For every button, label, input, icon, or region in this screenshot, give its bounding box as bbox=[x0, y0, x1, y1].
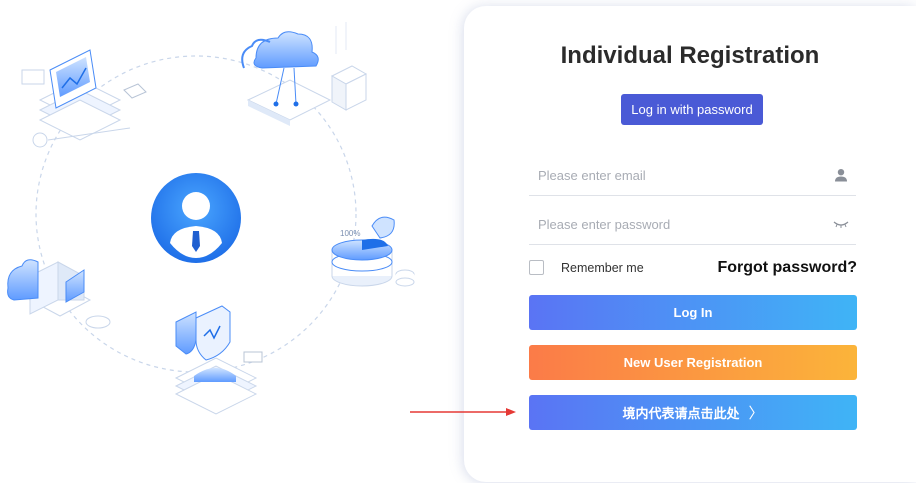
laptop-stack-icon bbox=[21, 49, 147, 148]
chevron-right-icon: 〉 bbox=[748, 405, 764, 422]
cloud-network-icon bbox=[241, 22, 368, 126]
storage-percent-label: 100% bbox=[340, 229, 360, 238]
email-input[interactable] bbox=[529, 155, 832, 195]
video-camera-icon bbox=[7, 259, 111, 329]
security-shield-icon bbox=[174, 305, 263, 415]
user-avatar-icon bbox=[151, 173, 241, 263]
page-title: Individual Registration bbox=[560, 42, 820, 69]
password-login-button[interactable]: Log in with password bbox=[621, 94, 763, 125]
remember-me-checkbox[interactable] bbox=[529, 260, 544, 275]
forgot-password-link[interactable]: Forgot password? bbox=[717, 259, 857, 277]
domestic-representative-button[interactable]: 境内代表请点击此处 〉 bbox=[529, 395, 857, 430]
domestic-representative-label: 境内代表请点击此处 bbox=[622, 406, 740, 421]
hero-illustration: 100% bbox=[7, 22, 415, 415]
red-arrow-annotation bbox=[410, 408, 516, 416]
login-button[interactable]: Log In bbox=[529, 295, 857, 330]
remember-me-row: Remember me bbox=[529, 260, 644, 275]
eye-closed-icon[interactable] bbox=[832, 215, 850, 233]
password-field-row bbox=[529, 204, 856, 245]
database-icon: 100% bbox=[331, 216, 415, 287]
email-field-row bbox=[529, 155, 856, 196]
new-user-registration-button[interactable]: New User Registration bbox=[529, 345, 857, 380]
user-icon bbox=[832, 166, 850, 184]
password-input[interactable] bbox=[529, 204, 832, 244]
remember-me-label[interactable]: Remember me bbox=[561, 261, 644, 275]
registration-card: Individual Registration Log in with pass… bbox=[464, 6, 916, 482]
